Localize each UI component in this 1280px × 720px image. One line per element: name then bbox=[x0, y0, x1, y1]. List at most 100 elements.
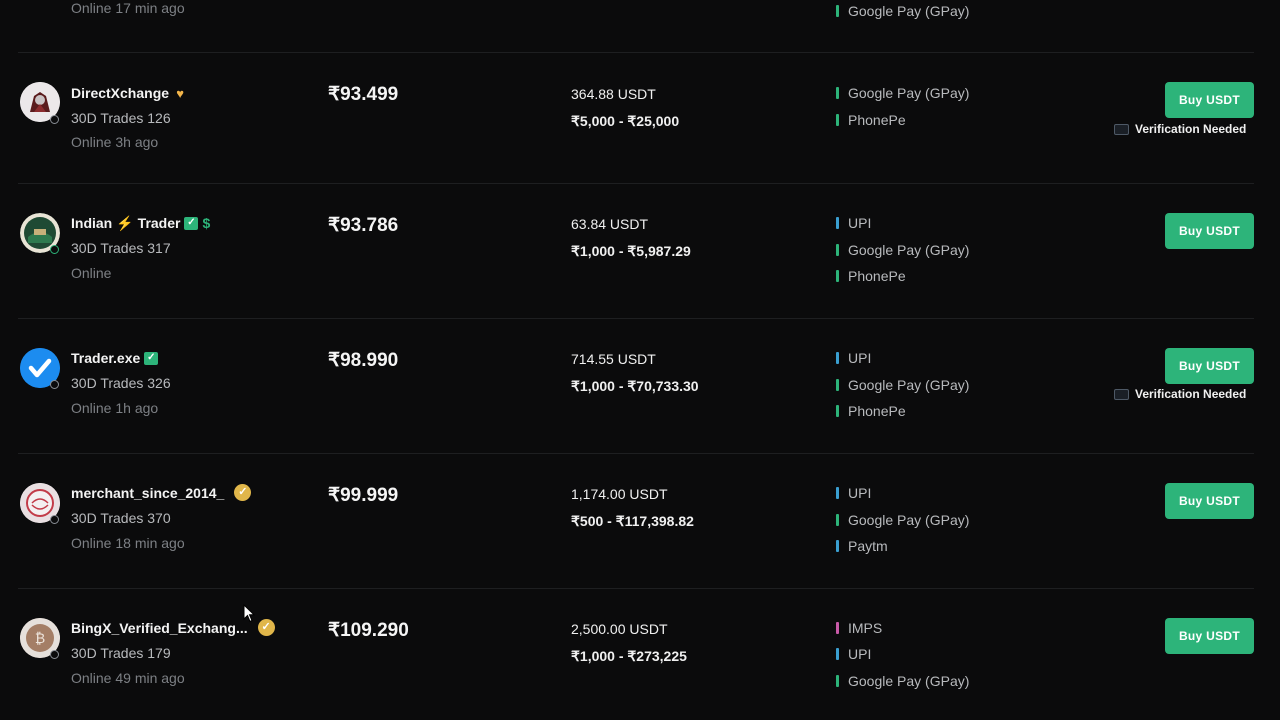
payment-bar-icon bbox=[836, 270, 839, 282]
verification-label: Verification Needed bbox=[1135, 387, 1247, 401]
payment-method: PhonePe bbox=[836, 112, 906, 128]
verification-needed-notice: Verification Needed bbox=[1114, 122, 1246, 136]
trades-count: 30D Trades 179 bbox=[71, 645, 171, 661]
offline-status-dot bbox=[50, 380, 59, 389]
gold-check-icon: ✓ bbox=[257, 619, 275, 636]
payment-method-label: Google Pay (GPay) bbox=[848, 377, 970, 393]
order-limit: ₹500 - ₹117,398.82 bbox=[571, 513, 694, 529]
payment-method-label: PhonePe bbox=[848, 268, 906, 284]
available-amount: 1,174.00 USDT bbox=[571, 486, 668, 502]
merchant-name-text: Trader.exe bbox=[71, 350, 141, 366]
online-status: Online 1h ago bbox=[71, 400, 159, 416]
payment-method: Google Pay (GPay) bbox=[836, 3, 969, 19]
available-amount: 714.55 USDT bbox=[571, 351, 656, 367]
id-card-icon bbox=[1114, 388, 1129, 400]
available-amount: 364.88 USDT bbox=[571, 86, 656, 102]
price: ₹98.990 bbox=[328, 350, 399, 371]
order-limit: ₹1,000 - ₹5,987.29 bbox=[571, 243, 691, 259]
price: ₹99.999 bbox=[328, 485, 399, 506]
buy-usdt-button[interactable]: Buy USDT bbox=[1165, 213, 1254, 249]
merchant-name[interactable]: Indian ⚡ Trader ✓ $ bbox=[71, 215, 210, 231]
payment-bar-icon bbox=[836, 114, 839, 126]
merchant-name-text: DirectXchange bbox=[71, 85, 170, 101]
payment-method-label: PhonePe bbox=[848, 403, 906, 419]
payment-bar-icon bbox=[836, 487, 839, 499]
payment-method-label: PhonePe bbox=[848, 112, 906, 128]
payment-bar-icon bbox=[836, 540, 839, 552]
online-status: Online 17 min ago bbox=[71, 0, 185, 16]
trades-count: 30D Trades 370 bbox=[71, 510, 171, 526]
merchant-name[interactable]: Trader.exe ✓ bbox=[71, 350, 159, 366]
bolt-icon: ⚡ bbox=[116, 215, 134, 231]
merchant-name[interactable]: merchant_since_2014_ ✓ bbox=[71, 484, 252, 501]
price: ₹93.786 bbox=[328, 215, 399, 236]
merchant-name[interactable]: DirectXchange ♥ bbox=[71, 85, 187, 101]
trades-count: 30D Trades 317 bbox=[71, 240, 171, 256]
price: ₹93.499 bbox=[328, 84, 399, 105]
merchant-name-text: BingX_Verified_Exchang... bbox=[71, 619, 248, 636]
order-limit: ₹1,000 - ₹70,733.30 bbox=[571, 378, 699, 394]
trades-count: 30D Trades 326 bbox=[71, 375, 171, 391]
merchant-name-text: merchant_since_2014_ bbox=[71, 484, 225, 501]
id-card-icon bbox=[1114, 123, 1129, 135]
payment-method-label: Google Pay (GPay) bbox=[848, 85, 970, 101]
payment-method: UPI bbox=[836, 215, 871, 231]
payment-method: PhonePe bbox=[836, 403, 906, 419]
buy-usdt-button[interactable]: Buy USDT bbox=[1165, 348, 1254, 384]
payment-bar-icon bbox=[836, 217, 839, 229]
mouse-cursor-icon bbox=[243, 604, 256, 623]
online-status: Online bbox=[71, 265, 112, 281]
payment-method: UPI bbox=[836, 646, 871, 662]
offline-status-dot bbox=[50, 650, 59, 659]
order-limit: ₹5,000 - ₹25,000 bbox=[571, 113, 680, 129]
buy-usdt-button[interactable]: Buy USDT bbox=[1165, 82, 1254, 118]
dollar-icon: $ bbox=[202, 215, 211, 231]
payment-method: Paytm bbox=[836, 538, 888, 554]
buy-usdt-button[interactable]: Buy USDT bbox=[1165, 618, 1254, 654]
payment-bar-icon bbox=[836, 514, 839, 526]
available-amount: 2,500.00 USDT bbox=[571, 621, 668, 637]
payment-bar-icon bbox=[836, 405, 839, 417]
payment-bar-icon bbox=[836, 648, 839, 660]
trades-count: 30D Trades 126 bbox=[71, 110, 171, 126]
payment-method-label: Google Pay (GPay) bbox=[848, 673, 970, 689]
payment-bar-icon bbox=[836, 379, 839, 391]
payment-method-label: UPI bbox=[848, 485, 872, 501]
payment-method: Google Pay (GPay) bbox=[836, 512, 969, 528]
payment-method: UPI bbox=[836, 350, 871, 366]
payment-method: Google Pay (GPay) bbox=[836, 673, 969, 689]
online-status-dot bbox=[50, 245, 59, 254]
verification-label: Verification Needed bbox=[1135, 122, 1247, 136]
available-amount: 63.84 USDT bbox=[571, 216, 649, 232]
offer-row: Trader.exe ✓ 30D Trades 326 Online 1h ag… bbox=[0, 319, 1280, 453]
payment-bar-icon bbox=[836, 87, 839, 99]
payment-bar-icon bbox=[836, 5, 839, 17]
payment-method-label: UPI bbox=[848, 215, 872, 231]
order-limit: ₹1,000 - ₹273,225 bbox=[571, 648, 687, 664]
merchant-name-text: Indian bbox=[71, 215, 113, 231]
payment-bar-icon bbox=[836, 352, 839, 364]
offer-row-partial: Online 17 min ago Google Pay (GPay) bbox=[0, 0, 1280, 52]
payment-bar-icon bbox=[836, 675, 839, 687]
payment-method: PhonePe bbox=[836, 268, 906, 284]
payment-method: Google Pay (GPay) bbox=[836, 242, 969, 258]
offline-status-dot bbox=[50, 115, 59, 124]
online-status: Online 3h ago bbox=[71, 134, 159, 150]
payment-method: IMPS bbox=[836, 620, 882, 636]
heart-icon: ♥ bbox=[176, 85, 184, 101]
payment-method-label: UPI bbox=[848, 646, 872, 662]
payment-bar-icon bbox=[836, 244, 839, 256]
offer-row: ₿ BingX_Verified_Exchang... ✓ 30D Trades… bbox=[0, 589, 1280, 720]
offer-row: Indian ⚡ Trader ✓ $ 30D Trades 317 Onlin… bbox=[0, 184, 1280, 318]
buy-usdt-button[interactable]: Buy USDT bbox=[1165, 483, 1254, 519]
verified-check-icon: ✓ bbox=[184, 216, 199, 230]
payment-method: Google Pay (GPay) bbox=[836, 377, 969, 393]
payment-method-label: Google Pay (GPay) bbox=[848, 512, 970, 528]
payment-method-label: UPI bbox=[848, 350, 872, 366]
online-status: Online 18 min ago bbox=[71, 535, 185, 551]
verified-check-icon: ✓ bbox=[144, 351, 159, 365]
price: ₹109.290 bbox=[328, 620, 409, 641]
offer-row: DirectXchange ♥ 30D Trades 126 Online 3h… bbox=[0, 53, 1280, 183]
payment-bar-icon bbox=[836, 622, 839, 634]
payment-method-label: IMPS bbox=[848, 620, 883, 636]
